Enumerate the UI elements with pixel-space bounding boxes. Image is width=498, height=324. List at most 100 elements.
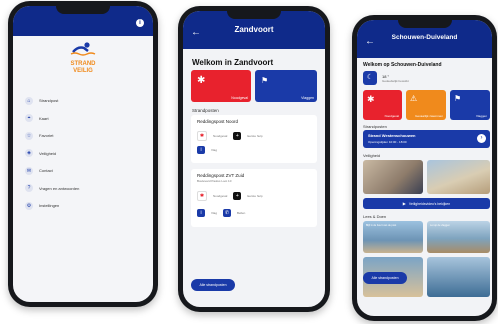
action-label: Noodgeval	[213, 134, 228, 138]
menu-item[interactable]: ◈ Veiligheid	[25, 145, 135, 163]
section-title: Strandposten	[192, 108, 219, 113]
phone-zandvoort: ← Zandvoort Welkom in Zandvoort ✱ Noodge…	[178, 6, 330, 312]
menu-item-label: Veiligheid	[39, 150, 57, 156]
action-label: Vlag	[211, 148, 218, 152]
info-icon[interactable]: i	[197, 146, 205, 154]
menu-item[interactable]: ☆ Favoriet	[25, 127, 135, 145]
question-icon: ?	[25, 184, 33, 193]
emergency-tile[interactable]: ✱ Noodgeval	[191, 70, 251, 102]
flag-icon: ⚑	[454, 94, 462, 103]
emergency-tile[interactable]: ✱ Noodgeval	[363, 90, 402, 120]
flags-label: Vlaggen	[301, 96, 314, 100]
post-action-row: ✱ Noodgeval + Eerste hulp	[197, 131, 263, 141]
dangerous-swimming-tile[interactable]: ⚠ Gevaarlijk zwemmen	[406, 90, 446, 120]
page-title: Zandvoort	[234, 25, 274, 34]
video-button[interactable]: ▶ Veiligheidsvideo's bekijken	[363, 198, 490, 209]
safety-photo-2[interactable]	[427, 160, 490, 194]
asterisk-icon: ✱	[367, 94, 375, 104]
schouwen-screen: ← Schouwen-Duiveland Welkom op Schouwen-…	[357, 20, 492, 316]
action-label: Bellen	[237, 211, 246, 215]
flag-icon: ⚑	[261, 76, 269, 85]
moon-icon: ☾	[363, 71, 377, 85]
post-address: Boulevard Paulus Loot 10	[197, 179, 232, 183]
notch	[227, 11, 281, 19]
action-label: Eerste hulp	[247, 194, 263, 198]
menu-item[interactable]: ⌂ Strandpost	[25, 92, 135, 110]
post-name: Strand Westenschouwen	[368, 133, 416, 138]
phone-icon[interactable]: ✆	[223, 209, 232, 217]
section-title: Veiligheid	[363, 153, 381, 158]
menu-item-label: Instellingen	[39, 203, 60, 209]
post-name: Reddingspost Noord	[197, 119, 239, 124]
logo-line1: STRAND	[70, 61, 96, 67]
emergency-icon[interactable]: ✱	[197, 131, 207, 141]
post-name: Reddingspost ZVT Zuid	[197, 173, 245, 178]
emergency-icon[interactable]: ✱	[197, 191, 207, 201]
blog-card[interactable]: Blijf in de buurt van de post	[363, 221, 423, 253]
page-title: Schouwen-Duiveland	[391, 34, 458, 41]
action-label: Vlag	[211, 211, 218, 215]
blog-photo[interactable]	[427, 257, 490, 297]
dangerous-swimming-label: Gevaarlijk zwemmen	[415, 114, 443, 118]
star-icon: ☆	[25, 131, 33, 140]
map-icon: ⌖	[25, 114, 33, 123]
safety-photo-1[interactable]	[363, 160, 423, 194]
all-posts-button[interactable]: Alle strandposten	[191, 279, 235, 291]
all-posts-button[interactable]: Alle strandposten	[363, 272, 407, 284]
post-action-row: i Vlag ✆ Bellen	[197, 209, 245, 217]
weather-row: ☾ 18 ° Gedeeltelijk bewolkt	[363, 71, 409, 85]
blog-card[interactable]: Let op de vlaggen	[427, 221, 490, 253]
post-icon: ⌂	[25, 96, 33, 105]
logo: STRAND VEILIG	[63, 42, 103, 75]
back-arrow-icon[interactable]: ←	[191, 27, 201, 38]
emergency-label: Noodgeval	[384, 114, 399, 118]
notch	[56, 6, 110, 14]
info-icon[interactable]: i	[197, 209, 205, 217]
shield-icon: ◈	[25, 149, 33, 158]
phone-menu: i STRAND VEILIG ⌂ Strandpost ⌖ Kaart ☆ Favori…	[8, 1, 158, 307]
info-icon[interactable]: i	[136, 19, 144, 27]
post-card[interactable]: Reddingspost ZVT Zuid Boulevard Paulus L…	[191, 169, 317, 227]
emergency-label: Noodgeval	[231, 96, 248, 100]
menu-item[interactable]: ⚙ Instellingen	[25, 197, 135, 215]
warning-icon: ⚠	[410, 94, 418, 103]
first-aid-icon[interactable]: +	[233, 132, 242, 140]
phone-schouwen: ← Schouwen-Duiveland Welkom op Schouwen-…	[352, 15, 497, 321]
menu-item-label: Kaart	[39, 115, 49, 121]
back-arrow-icon[interactable]: ←	[365, 36, 375, 47]
blog-title: Blijf in de buurt van de post	[366, 224, 397, 227]
flags-label: Vlaggen	[475, 114, 487, 118]
welcome-heading: Welkom in Zandvoort	[192, 58, 274, 67]
asterisk-icon: ✱	[197, 75, 206, 86]
menu-item-label: Favoriet	[39, 133, 54, 139]
post-hours: Openingstijden 10:00 - 18:00	[368, 140, 407, 144]
section-title: Lees & Doen	[363, 214, 387, 219]
zandvoort-screen: ← Zandvoort Welkom in Zandvoort ✱ Noodge…	[183, 11, 325, 307]
menu-item[interactable]: ? Vragen en antwoorden	[25, 180, 135, 198]
menu-item-label: Strandpost	[39, 98, 59, 104]
menu-item[interactable]: ⌖ Kaart	[25, 110, 135, 128]
flags-tile[interactable]: ⚑ Vlaggen	[255, 70, 317, 102]
menu-list: ⌂ Strandpost ⌖ Kaart ☆ Favoriet ◈ Veiligheid ✉ Co…	[25, 92, 135, 215]
welcome-heading: Welkom op Schouwen-Duiveland	[363, 62, 442, 68]
gear-icon: ⚙	[25, 201, 33, 210]
swimmer-icon	[70, 42, 96, 56]
section-title: Strandposten	[363, 124, 387, 129]
post-card[interactable]: Reddingspost Noord ✱ Noodgeval + Eerste …	[191, 115, 317, 163]
flags-tile[interactable]: ⚑ Vlaggen	[450, 90, 490, 120]
post-action-row: ✱ Noodgeval + Eerste hulp	[197, 191, 263, 201]
menu-item-label: Vragen en antwoorden	[39, 185, 80, 191]
action-label: Noodgeval	[213, 194, 228, 198]
contact-icon: ✉	[25, 166, 33, 175]
play-icon: ▶	[402, 201, 406, 206]
video-button-label: Veiligheidsvideo's bekijken	[408, 201, 451, 206]
post-action-row: i Vlag	[197, 146, 217, 154]
first-aid-icon[interactable]: +	[233, 192, 242, 200]
logo-line2: VEILIG	[73, 68, 93, 74]
notch	[397, 20, 452, 28]
chevron-right-icon: ›	[477, 134, 486, 143]
menu-item-label: Contact	[39, 168, 53, 174]
post-card[interactable]: Strand Westenschouwen Openingstijden 10:…	[363, 130, 490, 148]
menu-screen: i STRAND VEILIG ⌂ Strandpost ⌖ Kaart ☆ Favori…	[13, 6, 153, 302]
menu-item[interactable]: ✉ Contact	[25, 162, 135, 180]
